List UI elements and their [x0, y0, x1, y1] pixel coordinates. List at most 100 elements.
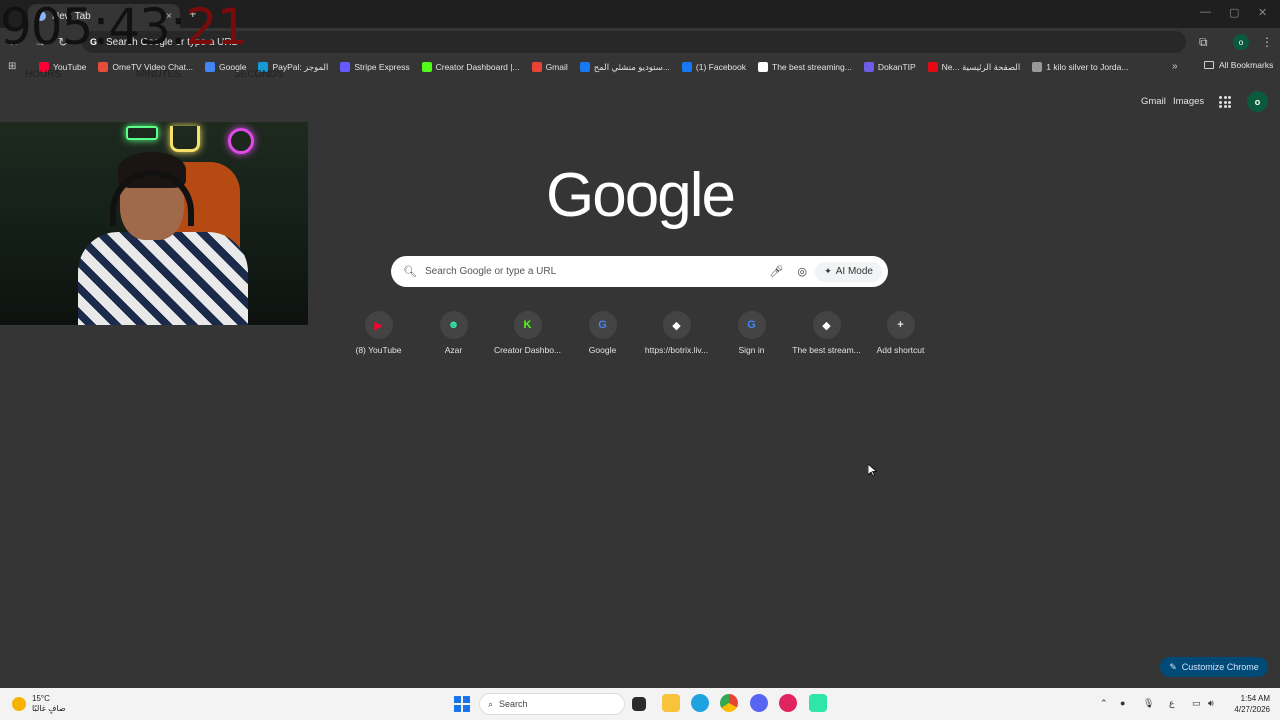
- ai-mode-button[interactable]: ✦ AI Mode: [815, 261, 882, 282]
- google-lens-icon[interactable]: ◎: [789, 265, 815, 278]
- bookmark-favicon-icon: [579, 62, 590, 72]
- discord-icon[interactable]: [750, 694, 768, 712]
- bookmark-item[interactable]: Creator Dashboard |...: [421, 62, 520, 72]
- shortcut-label: (8) YouTube: [355, 345, 402, 355]
- extensions-icon[interactable]: ⧉: [1199, 35, 1208, 50]
- shortcut-label: Azar: [444, 345, 463, 355]
- bookmark-item[interactable]: (1) Facebook: [681, 62, 746, 72]
- shortcut-tile[interactable]: G Google: [565, 311, 640, 355]
- bookmark-label: Gmail: [545, 62, 568, 72]
- app-icon[interactable]: [779, 694, 797, 712]
- countdown-timer-overlay: 905:43:21: [0, 2, 248, 52]
- bookmarks-overflow-icon[interactable]: »: [1172, 61, 1178, 72]
- google-logo: Google: [546, 161, 736, 230]
- search-icon: ⌕: [488, 698, 494, 709]
- bookmark-item[interactable]: Ne... الصفحة الرئيسية: [927, 61, 1021, 73]
- shortcut-icon: +: [886, 311, 915, 339]
- chrome-taskbar-icon[interactable]: [720, 694, 738, 712]
- tray-status-icon[interactable]: ●: [1120, 698, 1125, 708]
- account-avatar[interactable]: o: [1247, 91, 1268, 112]
- shortcut-tile[interactable]: G Sign in: [714, 311, 789, 355]
- timer-minutes: 43: [108, 0, 171, 56]
- bookmark-label: ستوديو منشئي المح...: [593, 61, 670, 72]
- bookmark-favicon-icon: [927, 62, 938, 72]
- timer-label-seconds: SECONDS: [234, 69, 284, 80]
- neon-sign: [170, 126, 200, 152]
- mouse-cursor: [867, 463, 878, 482]
- shortcut-icon: ◆: [662, 311, 691, 339]
- maximize-icon[interactable]: ▢: [1229, 6, 1239, 19]
- profile-avatar-small[interactable]: o: [1233, 34, 1249, 50]
- pencil-icon: ✎: [1169, 661, 1177, 672]
- google-apps-icon[interactable]: [1219, 96, 1231, 108]
- bookmark-label: (1) Facebook: [695, 62, 746, 72]
- weather-sun-icon: [12, 696, 26, 711]
- bookmark-label: Creator Dashboard |...: [435, 62, 520, 72]
- shortcut-tile[interactable]: ▶ (8) YouTube: [341, 311, 416, 355]
- shortcut-tile[interactable]: ◆ https://botrix.liv...: [639, 311, 714, 355]
- bookmark-item[interactable]: The best streaming...: [758, 62, 852, 72]
- search-icon: 🔍︎: [403, 266, 417, 278]
- timer-label-hours: HOURS: [25, 69, 62, 80]
- shortcut-icon: K: [513, 311, 542, 339]
- timer-separator: :: [169, 0, 187, 56]
- file-explorer-icon[interactable]: [662, 694, 680, 712]
- minimize-icon[interactable]: —: [1200, 6, 1211, 18]
- bookmark-label: DokanTIP: [877, 62, 916, 72]
- shortcut-tile[interactable]: ☻ Azar: [416, 311, 491, 355]
- bookmark-item[interactable]: 1 kilo silver to Jorda...: [1032, 62, 1128, 72]
- shortcuts-grid: ▶ (8) YouTube ☻ Azar K Creator Dashbo... G Goog…: [341, 311, 939, 371]
- timer-seconds: 21: [185, 0, 249, 56]
- clock-time: 1:54 AM: [1240, 694, 1270, 703]
- microphone-icon[interactable]: 🎤︎: [763, 265, 789, 278]
- neon-sign: [126, 126, 158, 140]
- task-view-icon[interactable]: [632, 697, 646, 711]
- bookmark-item[interactable]: Gmail: [531, 62, 568, 72]
- all-bookmarks-button[interactable]: All Bookmarks: [1204, 60, 1273, 70]
- windows-start-icon[interactable]: [454, 696, 470, 712]
- shortcut-tile[interactable]: + Add shortcut: [863, 311, 938, 355]
- search-input[interactable]: [425, 266, 764, 277]
- taskbar-search-label: Search: [499, 699, 528, 709]
- webcam-overlay: [0, 122, 308, 325]
- bookmark-item[interactable]: Stripe Express: [340, 62, 410, 72]
- bookmark-label: Ne... الصفحة الرئيسية: [941, 61, 1021, 72]
- customize-chrome-label: Customize Chrome: [1181, 662, 1259, 672]
- edge-icon[interactable]: [691, 694, 709, 712]
- timer-label-minutes: MINUTES: [136, 69, 181, 80]
- taskbar-search[interactable]: ⌕ Search: [479, 693, 625, 715]
- shortcut-label: Google: [588, 345, 617, 355]
- images-link[interactable]: Images: [1173, 96, 1204, 107]
- all-bookmarks-label: All Bookmarks: [1219, 60, 1274, 70]
- chrome-menu-icon[interactable]: ⋮: [1261, 35, 1273, 49]
- network-icon[interactable]: ▭: [1192, 698, 1201, 709]
- weather-widget[interactable]: 15°C صافٍ غالبًا: [12, 694, 66, 713]
- temperature: 15°C: [32, 694, 50, 703]
- bookmark-favicon-icon: [205, 62, 216, 72]
- tray-overflow-icon[interactable]: ⌃: [1100, 698, 1108, 709]
- bookmark-favicon-icon: [681, 62, 692, 72]
- shortcut-tile[interactable]: K Creator Dashbo...: [490, 311, 565, 355]
- search-box[interactable]: 🔍︎ 🎤︎ ◎ ✦ AI Mode: [391, 256, 888, 287]
- shortcut-label: Add shortcut: [876, 345, 925, 355]
- bookmark-favicon-icon: [1032, 62, 1043, 72]
- volume-icon[interactable]: 🔊︎: [1208, 698, 1214, 709]
- bookmark-item[interactable]: ستوديو منشئي المح...: [579, 61, 670, 73]
- gmail-link[interactable]: Gmail: [1141, 96, 1166, 107]
- bookmark-item[interactable]: DokanTIP: [863, 62, 916, 72]
- app-icon[interactable]: [809, 694, 827, 712]
- system-clock[interactable]: 1:54 AM 4/27/2026: [1226, 693, 1270, 715]
- microphone-tray-icon[interactable]: 🎙︎: [1143, 698, 1154, 709]
- folder-icon: [1204, 61, 1214, 69]
- shortcut-label: Sign in: [738, 345, 765, 355]
- apps-shortcut-icon[interactable]: ⊞: [8, 61, 16, 72]
- input-language[interactable]: ع: [1169, 698, 1174, 709]
- customize-chrome-button[interactable]: ✎ Customize Chrome: [1160, 657, 1268, 677]
- close-window-icon[interactable]: ✕: [1258, 6, 1267, 19]
- address-bar[interactable]: G Search Google or type a URL: [82, 31, 1186, 53]
- windows-taskbar: 15°C صافٍ غالبًا ⌕ Search ⌃ ● 🎙︎ ع ▭ 🔊︎ …: [0, 688, 1280, 720]
- shortcut-tile[interactable]: ◆ The best stream...: [789, 311, 864, 355]
- shortcut-icon: ▶: [364, 311, 393, 339]
- shortcut-label: https://botrix.liv...: [644, 345, 709, 355]
- neon-sign: [228, 128, 254, 154]
